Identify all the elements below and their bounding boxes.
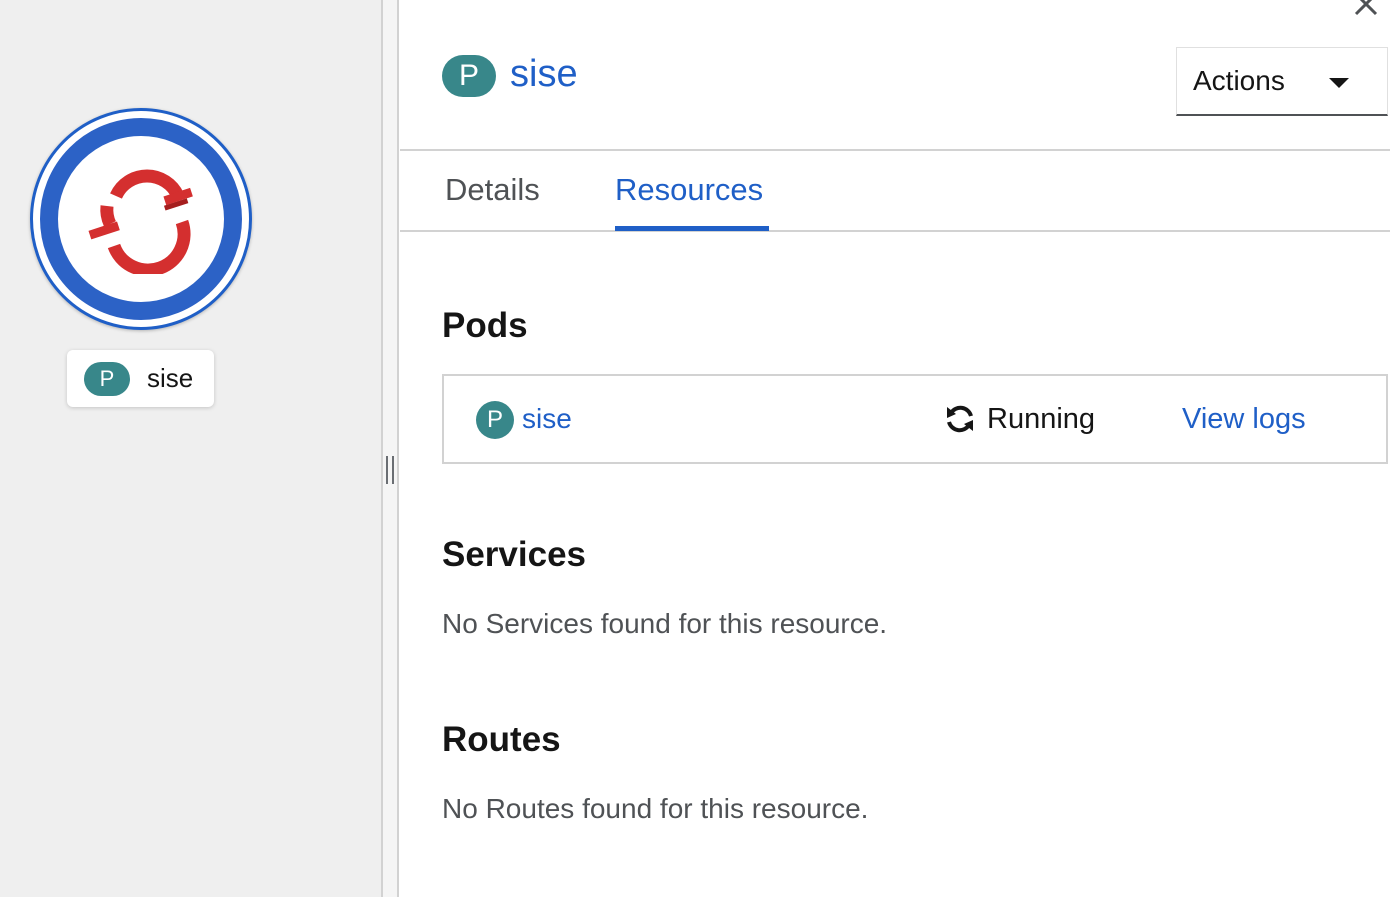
pod-badge: P bbox=[476, 401, 514, 439]
caret-down-icon bbox=[1329, 78, 1349, 88]
close-icon[interactable] bbox=[1352, 0, 1380, 18]
resource-badge: P bbox=[442, 55, 496, 97]
services-heading: Services bbox=[442, 535, 587, 574]
routes-heading: Routes bbox=[442, 720, 561, 759]
topology-canvas[interactable]: P sise bbox=[0, 0, 381, 897]
node-label[interactable]: P sise bbox=[67, 350, 214, 407]
sync-icon bbox=[947, 405, 973, 433]
routes-empty-text: No Routes found for this resource. bbox=[442, 793, 869, 824]
actions-dropdown[interactable]: Actions bbox=[1176, 47, 1388, 116]
pods-heading: Pods bbox=[442, 306, 528, 345]
actions-label: Actions bbox=[1193, 65, 1285, 96]
side-panel: P sise Actions Details Resources Pods P … bbox=[400, 0, 1390, 897]
topology-node[interactable] bbox=[30, 108, 252, 330]
tab-details[interactable]: Details bbox=[445, 171, 540, 209]
pod-list-item: P sise Running View logs bbox=[442, 374, 1388, 464]
openshift-logo-icon bbox=[88, 169, 193, 274]
pod-name-link[interactable]: sise bbox=[522, 403, 572, 435]
pod-status: Running bbox=[987, 403, 1096, 435]
panel-resize-handle[interactable] bbox=[381, 0, 399, 897]
services-empty-text: No Services found for this resource. bbox=[442, 608, 888, 639]
panel-title: sise bbox=[510, 53, 578, 95]
node-name: sise bbox=[147, 363, 194, 393]
tab-bar: Details Resources bbox=[400, 151, 1390, 232]
node-ring bbox=[40, 118, 242, 320]
view-logs-link[interactable]: View logs bbox=[1182, 403, 1306, 436]
pod-badge: P bbox=[84, 361, 130, 396]
tab-resources[interactable]: Resources bbox=[615, 171, 763, 209]
active-tab-indicator bbox=[615, 226, 769, 231]
grip-icon[interactable] bbox=[386, 456, 394, 484]
